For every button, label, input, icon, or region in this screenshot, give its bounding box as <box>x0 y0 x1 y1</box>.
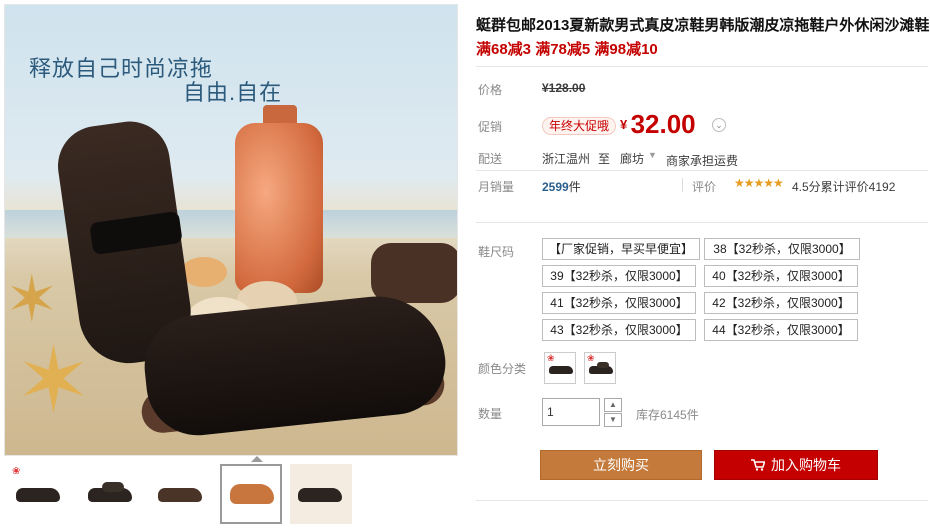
thumbnail-3[interactable] <box>150 464 212 524</box>
promotion-tag: 年终大促哦 <box>542 117 617 135</box>
size-option[interactable]: 41【32秒杀，仅限3000】 <box>542 292 696 314</box>
cart-icon <box>751 452 766 471</box>
chevron-up-icon[interactable]: ▲ <box>604 398 622 412</box>
starfish-decoration: ✶ <box>15 330 93 432</box>
color-option-1[interactable]: ❀ <box>544 352 576 384</box>
color-label: 颜色分类 <box>478 362 527 376</box>
current-price-value: 32.00 <box>630 109 696 139</box>
promotion-label: 促销 <box>478 120 503 134</box>
promo-text: 满68减3 满78减5 满98减10 <box>476 41 658 58</box>
brand-logo-icon: ❀ <box>547 353 555 363</box>
thumbnail-5[interactable] <box>290 464 352 524</box>
sandal-background <box>371 243 457 303</box>
size-option[interactable]: 44【32秒杀，仅限3000】 <box>704 319 858 341</box>
currency-symbol: ¥ <box>620 117 628 132</box>
original-price: ¥128.00 <box>542 81 585 95</box>
brand-logo-icon: ❀ <box>12 466 21 477</box>
price-label: 价格 <box>478 83 503 97</box>
monthly-sales: 2599件 <box>542 178 581 195</box>
divider <box>476 170 928 171</box>
monthly-sales-count: 2599 <box>542 180 569 194</box>
quantity-input[interactable]: 1 <box>542 398 600 426</box>
shoe-icon <box>298 488 342 502</box>
thumbnail-strip: ❀ <box>4 456 458 528</box>
thumbnail-2[interactable] <box>80 464 142 524</box>
monthly-sales-unit: 件 <box>568 180 581 194</box>
monthly-sales-label: 月销量 <box>478 180 515 194</box>
shipping-label: 配送 <box>478 152 503 166</box>
starfish-decoration: ✶ <box>5 263 59 335</box>
buy-now-button[interactable]: 立刻购买 <box>540 450 702 480</box>
chevron-down-icon[interactable]: ⌄ <box>712 118 726 132</box>
size-label: 鞋尺码 <box>478 245 515 259</box>
shoe-icon <box>549 366 573 374</box>
divider <box>476 222 928 223</box>
size-option[interactable]: 39【32秒杀，仅限3000】 <box>542 265 696 287</box>
divider <box>682 178 683 192</box>
shoe-icon <box>16 488 60 502</box>
rating-label: 评价 <box>692 180 717 194</box>
size-option[interactable]: 40【32秒杀，仅限3000】 <box>704 265 858 287</box>
product-title: 蜓群包邮2013夏新款男式真皮凉鞋男韩版潮皮凉拖鞋户外休闲沙滩鞋 <box>476 17 930 34</box>
shoe-strap-icon <box>102 482 124 492</box>
shipping-from: 浙江温州 <box>542 152 591 166</box>
rating-stars-icon: ★★★★★ <box>734 176 784 190</box>
hero-slogan-line2: 自由.自在 <box>183 80 283 105</box>
quantity-label: 数量 <box>478 407 503 421</box>
size-option[interactable]: 43【32秒杀，仅限3000】 <box>542 319 696 341</box>
add-to-cart-button[interactable]: 加入购物车 <box>714 450 878 480</box>
shipping-fee: 商家承担运费 <box>666 154 739 168</box>
active-thumb-caret-icon <box>251 456 263 462</box>
current-price: ¥ 32.00 <box>620 109 696 140</box>
thumbnail-1[interactable]: ❀ <box>8 464 70 524</box>
shoe-icon <box>230 484 274 504</box>
rating-summary-link[interactable]: 4.5分累计评价4192 <box>792 178 895 195</box>
original-price-value: ¥128.00 <box>542 81 586 95</box>
size-option[interactable]: 【厂家促销，早买早便宜】 <box>542 238 700 260</box>
color-option-2[interactable]: ❀ <box>584 352 616 384</box>
main-product-image: 释放自己时尚凉拖 自由.自在 ✶ ✶ <box>4 4 458 456</box>
add-to-cart-label: 加入购物车 <box>771 457 841 473</box>
divider <box>476 66 928 67</box>
shipping-to-word: 至 <box>598 152 611 166</box>
size-option[interactable]: 42【32秒杀，仅限3000】 <box>704 292 858 314</box>
bottle-decoration <box>235 123 323 293</box>
shipping-destination-select[interactable]: 廊坊 <box>620 150 644 167</box>
shoe-strap-icon <box>597 362 609 368</box>
product-info-panel: 蜓群包邮2013夏新款男式真皮凉鞋男韩版潮皮凉拖鞋户外休闲沙滩鞋 满68减3 满… <box>474 0 930 530</box>
brand-logo-icon: ❀ <box>587 353 595 363</box>
size-option[interactable]: 38【32秒杀，仅限3000】 <box>704 238 860 260</box>
divider <box>476 500 928 501</box>
shoe-icon <box>158 488 202 502</box>
seashell-decoration <box>181 257 227 287</box>
chevron-down-icon[interactable]: ▼ <box>604 413 622 427</box>
caret-down-icon[interactable]: ▼ <box>648 150 657 160</box>
thumbnail-4[interactable] <box>220 464 282 524</box>
stock-count: 库存6145件 <box>636 408 699 422</box>
